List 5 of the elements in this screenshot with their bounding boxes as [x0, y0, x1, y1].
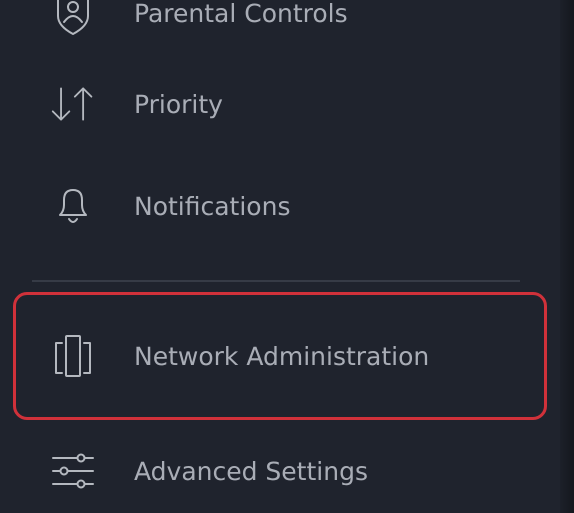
menu-item[interactable]: Network Administration	[13, 292, 547, 420]
menu-item[interactable]: Parental Controls	[13, 0, 547, 53]
menu-item[interactable]: Notifications	[13, 155, 547, 257]
menu-item[interactable]: Advanced Settings	[13, 420, 547, 513]
menu-item[interactable]: Priority	[13, 53, 547, 155]
